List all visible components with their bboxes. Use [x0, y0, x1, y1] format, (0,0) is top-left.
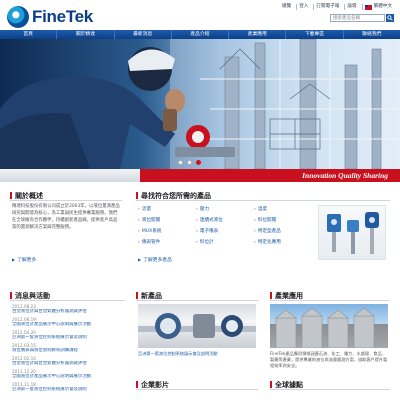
products-image	[318, 205, 386, 260]
nav-item-contact[interactable]: 聯絡我們	[344, 30, 400, 39]
main-nav: 首頁 關於精達 最新消息 產品介紹 產業應用 下載專區 聯絡我們	[0, 30, 400, 39]
brand-name: FineTek	[32, 7, 93, 26]
product-link-fittings[interactable]: 儀表管件	[138, 239, 192, 245]
utility-link-newsletter[interactable]: 訂閱電子報	[313, 4, 341, 10]
news-headline[interactable]: 亞洲第一套液位控制系統展示會及說明	[12, 387, 127, 393]
news-item[interactable]: 2012.03.15 液位儀表與液位管制教育訓練課程	[12, 343, 127, 354]
utility-link-login[interactable]: 登入	[296, 4, 310, 10]
tagline-band: Innovation Quality Sharing	[0, 169, 400, 182]
utility-links: 總覽 登入 訂閱電子報 論壇 繁體中文	[280, 4, 394, 10]
hero-banner	[0, 39, 400, 169]
new-product-image[interactable]	[138, 304, 256, 348]
nav-item-about[interactable]: 關於精達	[57, 30, 115, 39]
search-button[interactable]	[386, 14, 394, 22]
page: FineTek 總覽 登入 訂閱電子報 論壇 繁體中文 搜索產品名稱 首頁 關於…	[0, 0, 400, 400]
taiwan-flag-icon	[364, 4, 372, 10]
tagline: Innovation Quality Sharing	[302, 171, 388, 180]
news-headline[interactable]: 全國液位計產品展示中心說明與展示活動	[12, 374, 127, 380]
news-item[interactable]: 2011.12.20 全國液位計產品展示中心說明與展示活動	[12, 369, 127, 380]
instruments-photo	[327, 212, 379, 254]
videos-divider	[136, 389, 258, 390]
hero-dot-1[interactable]	[178, 160, 183, 165]
logo-mark-icon	[7, 6, 29, 28]
brand-logo[interactable]: FineTek	[7, 6, 127, 28]
news-item[interactable]: 2012.08.23 台塑液位計與台塑氣體分析器測試評估	[12, 304, 127, 315]
search-input[interactable]: 搜索產品名稱	[330, 14, 385, 22]
utility-link-overview[interactable]: 總覽	[280, 4, 293, 10]
news-divider	[10, 300, 125, 301]
news-list: 2012.08.23 台塑液位計與台塑氣體分析器測試評估 2012.06.19 …	[12, 304, 127, 395]
product-link-flow[interactable]: 流量	[138, 206, 192, 212]
product-link-electronic-meter[interactable]: 電子儀表	[196, 228, 250, 234]
product-link-mux-system[interactable]: MUX系統	[138, 228, 192, 234]
search-bar: 搜索產品名稱	[330, 14, 394, 22]
hero-dot-3[interactable]	[196, 160, 201, 165]
product-link-bin-switch[interactable]: 料位開關	[254, 217, 308, 223]
news-headline[interactable]: 台塑液位計與台塑氣體分析器測試評估	[12, 361, 127, 367]
hero-photo	[0, 39, 400, 169]
news-item[interactable]: 2012.02.10 台塑液位計與台塑氣體分析器測試評估	[12, 356, 127, 367]
news-item[interactable]: 2012.06.19 全國液位計產品展示中心說明與展示活動	[12, 317, 127, 328]
global-divider	[270, 389, 390, 390]
new-product-photo	[138, 313, 256, 339]
news-headline[interactable]: 液位儀表與液位管制教育訓練課程	[12, 348, 127, 354]
new-products-divider	[136, 300, 258, 301]
silo-photo	[275, 307, 375, 349]
new-product-caption[interactable]: 亞洲第一套液位控制系統展示會及說明活動	[138, 351, 263, 357]
product-link-pressure[interactable]: 壓力	[196, 206, 250, 212]
products-more-link[interactable]: 了解更多產品	[138, 256, 172, 263]
language-selector[interactable]: 繁體中文	[361, 4, 394, 10]
news-item[interactable]: 2012.04.20 亞洲第一套液位控制系統展示會及說明	[12, 330, 127, 341]
industry-text: FineTek產品應用領域涵蓋石油、化工、電力、水處理、食品、製藥等產業，提供專…	[270, 351, 388, 368]
product-link-special-type[interactable]: 特定型產品	[254, 228, 308, 234]
nav-item-downloads[interactable]: 下載專區	[286, 30, 344, 39]
nav-item-products[interactable]: 產品介紹	[172, 30, 230, 39]
product-category-grid: 流量 壓力 溫度 液位開關 連續式液位 料位開關 MUX系統 電子儀表 特定型產…	[138, 206, 308, 245]
hero-dot-2[interactable]	[187, 160, 192, 165]
product-link-temperature[interactable]: 溫度	[254, 206, 308, 212]
product-link-bin-meter[interactable]: 料位計	[196, 239, 250, 245]
news-headline[interactable]: 全國液位計產品展示中心說明與展示活動	[12, 322, 127, 328]
about-more-link[interactable]: 了解更多	[12, 256, 36, 263]
products-divider	[136, 200, 390, 201]
news-headline[interactable]: 亞洲第一套液位控制系統展示會及說明	[12, 335, 127, 341]
hero-pagination	[178, 160, 201, 165]
about-text: 精達科技股份有限公司成立於2003年，以液位量測產品研究與開發為核心，為工業與民…	[12, 204, 120, 230]
nav-item-home[interactable]: 首頁	[0, 30, 58, 39]
about-divider	[10, 200, 122, 201]
product-link-continuous-level[interactable]: 連續式液位	[196, 217, 250, 223]
industry-image[interactable]	[270, 304, 388, 349]
search-icon	[387, 15, 393, 21]
product-link-level-switch[interactable]: 液位開關	[138, 217, 192, 223]
band-left-strip	[0, 169, 140, 182]
industry-divider	[270, 300, 390, 301]
nav-item-industry[interactable]: 產業應用	[229, 30, 287, 39]
news-headline[interactable]: 台塑液位計與台塑氣體分析器測試評估	[12, 309, 127, 315]
product-link-custom-application[interactable]: 特定化應用	[254, 239, 308, 245]
language-label: 繁體中文	[373, 4, 392, 9]
nav-item-news[interactable]: 最新消息	[115, 30, 172, 39]
utility-link-forum[interactable]: 論壇	[344, 4, 358, 10]
news-item[interactable]: 2011.11.18 亞洲第一套液位控制系統展示會及說明	[12, 382, 127, 393]
